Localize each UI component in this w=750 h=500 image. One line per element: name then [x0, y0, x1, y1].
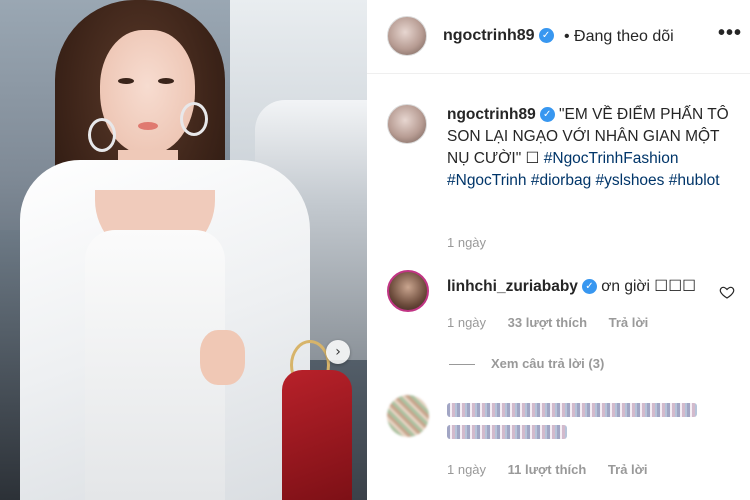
red-handbag [282, 370, 352, 500]
comment-body: ơn giời ☐☐☐ [601, 278, 696, 295]
obscured-comment-line [447, 425, 567, 439]
author-username[interactable]: ngoctrinh89 ✓ [443, 27, 554, 45]
model-eye-right [158, 78, 174, 84]
reply-button[interactable]: Trả lời [609, 315, 649, 330]
verified-badge-icon: ✓ [538, 28, 554, 44]
ellipsis-icon[interactable]: ••• [718, 22, 742, 45]
view-replies-button[interactable]: Xem câu trả lời (3) [449, 356, 604, 371]
reply-button[interactable]: Trả lời [608, 462, 648, 477]
obscured-commenter-avatar[interactable] [387, 395, 429, 437]
view-replies-label: Xem câu trả lời (3) [491, 356, 605, 371]
caption-timestamp: 1 ngày [447, 235, 487, 250]
comment: linhchi_zuriababy ✓ ơn giời ☐☐☐ [447, 277, 696, 296]
model-eye-left [118, 78, 134, 84]
comment-meta: 1 ngày 11 lượt thích Trả lời [447, 462, 666, 477]
post-header: ngoctrinh89 ✓ • Đang theo dõi ••• [367, 0, 750, 74]
hashtag-link[interactable]: #yslshoes [596, 172, 665, 189]
earring-left [88, 118, 116, 152]
commenter-avatar[interactable] [387, 270, 429, 312]
model-hand [200, 330, 245, 385]
post-caption: ngoctrinh89 ✓ "EM VỀ ĐIỂM PHẤN TÔ SON LẠI… [447, 104, 742, 192]
chevron-right-icon: › [335, 344, 341, 360]
commenter-username[interactable]: linhchi_zuriababy [447, 278, 578, 295]
obscured-comment-line [447, 403, 697, 417]
caption-author-avatar[interactable] [387, 104, 427, 144]
verified-badge-icon: ✓ [539, 107, 555, 123]
post-photo[interactable]: › [0, 0, 367, 500]
hashtag-link[interactable]: #NgocTrinhFashion [544, 150, 679, 167]
comment-timestamp: 1 ngày [447, 462, 487, 477]
author-username-text[interactable]: ngoctrinh89 [443, 27, 535, 44]
earring-right [180, 102, 208, 136]
verified-badge-icon: ✓ [581, 279, 597, 295]
hashtag-link[interactable]: #diorbag [531, 172, 591, 189]
following-status[interactable]: • Đang theo dõi [564, 28, 674, 46]
hashtag-link[interactable]: #hublot [669, 172, 720, 189]
replies-divider [449, 364, 475, 366]
hashtag-link[interactable]: #NgocTrinh [447, 172, 527, 189]
model-lips [138, 122, 158, 130]
comment-likes-count[interactable]: 33 lượt thích [508, 315, 587, 330]
comment-timestamp: 1 ngày [447, 315, 487, 330]
like-heart-icon[interactable] [719, 284, 735, 300]
comment-meta: 1 ngày 33 lượt thích Trả lời [447, 315, 666, 330]
author-avatar[interactable] [387, 16, 427, 56]
carousel-next-button[interactable]: › [326, 340, 350, 364]
comment-likes-count[interactable]: 11 lượt thích [508, 462, 587, 477]
post-side-panel: ngoctrinh89 ✓ • Đang theo dõi ••• ngoctri… [367, 0, 750, 500]
caption-author-username[interactable]: ngoctrinh89 [447, 106, 536, 123]
